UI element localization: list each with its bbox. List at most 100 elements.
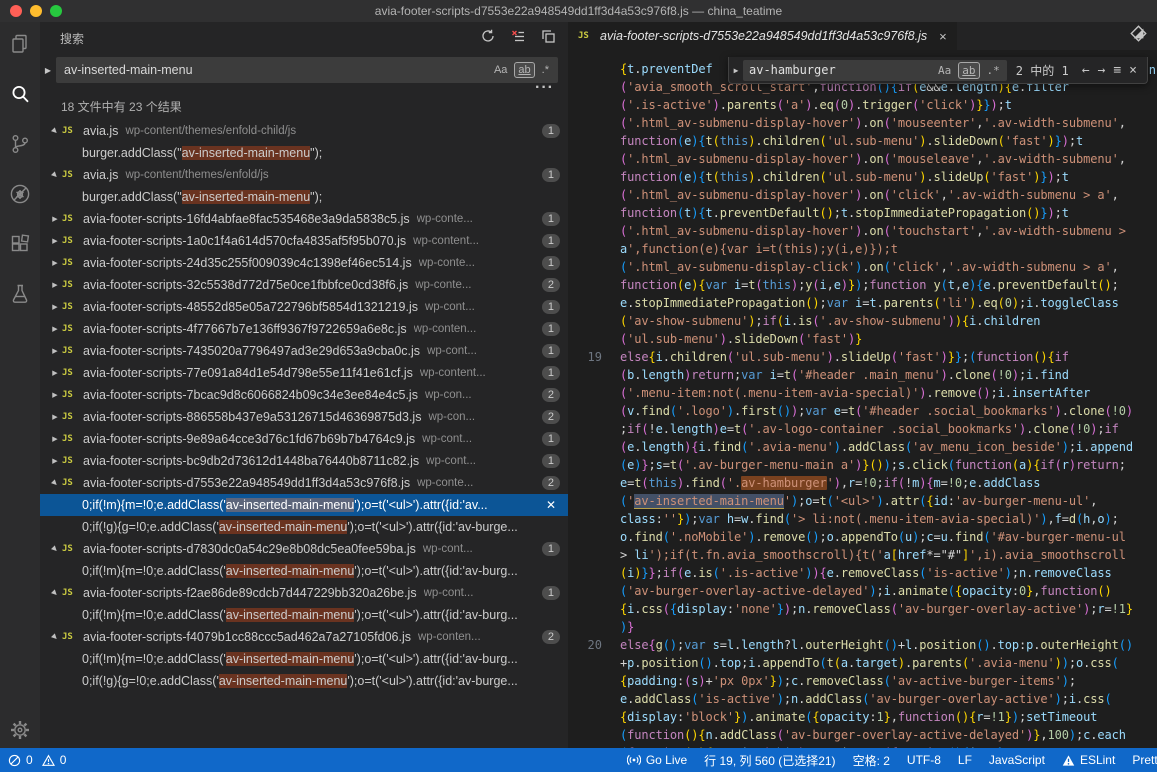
- search-file-row[interactable]: ▶JSavia-footer-scripts-7bcac9d8c6066824b…: [40, 384, 568, 406]
- search-file-row[interactable]: ▶JSavia-footer-scripts-886558b437e9a5312…: [40, 406, 568, 428]
- code-line[interactable]: {padding:(s)+'px 0px'});c.removeClass('a…: [568, 672, 1157, 690]
- twistie-icon[interactable]: ▶: [48, 303, 62, 311]
- code-line[interactable]: ('av-show-submenu');if(i.is('.av-show-su…: [568, 312, 1157, 330]
- search-file-row[interactable]: ▶JSavia-footer-scripts-48552d85e05a72279…: [40, 296, 568, 318]
- twistie-icon[interactable]: ▶: [48, 347, 62, 355]
- encoding-indicator[interactable]: UTF-8: [907, 753, 941, 767]
- go-live-button[interactable]: Go Live: [627, 753, 687, 767]
- search-file-row[interactable]: ▶JSavia-footer-scripts-4f77667b7e136ff93…: [40, 318, 568, 340]
- code-line[interactable]: (e.length){i.find('.avia-menu').addClass…: [568, 438, 1157, 456]
- code-line[interactable]: (function(){n.addClass('av-burger-overla…: [568, 726, 1157, 744]
- search-match-row[interactable]: 0;if(!g){g=!0;e.addClass('av-inserted-ma…: [40, 516, 568, 538]
- search-file-row[interactable]: ▶JSavia-footer-scripts-f4079b1cc88ccc5ad…: [40, 626, 568, 648]
- code-line[interactable]: function(e){t(this).children('ul.sub-men…: [568, 132, 1157, 150]
- search-file-row[interactable]: ▶JSavia.jswp-content/themes/enfold/js1: [40, 164, 568, 186]
- code-line[interactable]: (i)}};if(e.is('.is-active')){e.removeCla…: [568, 564, 1157, 582]
- code-line[interactable]: ('.html_av-submenu-display-hover').on('c…: [568, 186, 1157, 204]
- search-file-row[interactable]: ▶JSavia-footer-scripts-77e091a84d1e54d79…: [40, 362, 568, 384]
- source-control-icon[interactable]: [8, 132, 32, 156]
- extensions-icon[interactable]: [8, 232, 32, 256]
- search-match-row[interactable]: 0;if(!m){m=!0;e.addClass('av-inserted-ma…: [40, 604, 568, 626]
- code-area[interactable]: {t.preventDef('avia_smooth_scroll_start'…: [568, 50, 1157, 748]
- code-line[interactable]: ;if(!e.length)e=t('.av-logo-container .s…: [568, 420, 1157, 438]
- twistie-icon[interactable]: ▶: [48, 413, 62, 421]
- code-line[interactable]: )}: [568, 618, 1157, 636]
- code-line[interactable]: ('.menu-item:not(.menu-item-avia-special…: [568, 384, 1157, 402]
- debug-disabled-icon[interactable]: [8, 182, 32, 206]
- code-line[interactable]: (v.find('.logo').first());var e=t('#head…: [568, 402, 1157, 420]
- find-match-case-toggle[interactable]: Aa: [935, 63, 954, 78]
- code-line[interactable]: e.addClass('is-active');n.addClass('av-b…: [568, 690, 1157, 708]
- twistie-icon[interactable]: ▶: [48, 281, 62, 289]
- code-line[interactable]: {display:'block'}).animate({opacity:1},f…: [568, 708, 1157, 726]
- code-line[interactable]: (e)};s=t('.av-burger-menu-main a')}());s…: [568, 456, 1157, 474]
- code-line[interactable]: function(e){t(this).children('ul.sub-men…: [568, 168, 1157, 186]
- code-line[interactable]: ('.html_av-submenu-display-hover').on('m…: [568, 150, 1157, 168]
- toggle-replace-chevron-icon[interactable]: ▶: [729, 66, 743, 75]
- search-file-row[interactable]: ▶JSavia-footer-scripts-bc9db2d73612d1448…: [40, 450, 568, 472]
- dismiss-match-icon[interactable]: ✕: [542, 498, 560, 512]
- twistie-icon[interactable]: ▶: [47, 123, 63, 139]
- search-match-row[interactable]: 0;if(!m){m=!0;e.addClass('av-inserted-ma…: [40, 648, 568, 670]
- language-mode-indicator[interactable]: JavaScript: [989, 753, 1045, 767]
- indentation-indicator[interactable]: 空格: 2: [853, 752, 890, 769]
- tab-active-file[interactable]: JS avia-footer-scripts-d7553e22a948549dd…: [568, 22, 957, 50]
- find-next-icon[interactable]: →: [1098, 63, 1106, 78]
- toggle-replace-chevron-icon[interactable]: ▶: [40, 66, 56, 75]
- search-file-row[interactable]: ▶JSavia-footer-scripts-d7830dc0a54c29e8b…: [40, 538, 568, 560]
- search-file-row[interactable]: ▶JSavia-footer-scripts-7435020a7796497ad…: [40, 340, 568, 362]
- search-input[interactable]: av-inserted-main-menu Aa ab .*: [56, 57, 558, 83]
- find-close-icon[interactable]: ×: [1129, 63, 1137, 78]
- find-input[interactable]: av-hamburger Aa ab .*: [743, 60, 1007, 81]
- testing-icon[interactable]: [8, 282, 32, 306]
- eol-indicator[interactable]: LF: [958, 753, 972, 767]
- code-line[interactable]: ('ul.sub-menu').slideDown('fast')}: [568, 330, 1157, 348]
- twistie-icon[interactable]: ▶: [47, 167, 63, 183]
- collapse-all-icon[interactable]: [540, 28, 556, 49]
- cursor-position-indicator[interactable]: 行 19, 列 560 (已选择21): [704, 752, 835, 769]
- files-icon[interactable]: [8, 32, 32, 56]
- search-match-row[interactable]: burger.addClass("av-inserted-main-menu")…: [40, 186, 568, 208]
- twistie-icon[interactable]: ▶: [48, 259, 62, 267]
- twistie-icon[interactable]: ▶: [48, 369, 62, 377]
- whole-word-toggle[interactable]: ab: [514, 62, 534, 78]
- search-icon[interactable]: [8, 82, 32, 106]
- twistie-icon[interactable]: ▶: [48, 325, 62, 333]
- twistie-icon[interactable]: ▶: [47, 541, 63, 557]
- code-line[interactable]: o.find('.noMobile').remove();o.appendTo(…: [568, 528, 1157, 546]
- match-case-toggle[interactable]: Aa: [491, 63, 510, 77]
- twistie-icon[interactable]: ▶: [48, 215, 62, 223]
- refresh-icon[interactable]: [480, 28, 496, 49]
- code-line[interactable]: ('.html_av-submenu-display-click').on('c…: [568, 258, 1157, 276]
- code-line[interactable]: function(t){t.preventDefault();t.stopImm…: [568, 204, 1157, 222]
- search-match-row[interactable]: burger.addClass("av-inserted-main-menu")…: [40, 142, 568, 164]
- code-line[interactable]: > li');if(t.fn.avia_smoothscroll){t('a[h…: [568, 546, 1157, 564]
- split-editor-icon[interactable]: [1130, 25, 1147, 47]
- code-line[interactable]: class:''});var h=w.find('> li:not(.menu-…: [568, 510, 1157, 528]
- search-file-row[interactable]: ▶JSavia-footer-scripts-f2ae86de89cdcb7d4…: [40, 582, 568, 604]
- find-regex-toggle[interactable]: .*: [984, 63, 1003, 78]
- code-line[interactable]: ('.html_av-submenu-display-hover').on('t…: [568, 222, 1157, 240]
- twistie-icon[interactable]: ▶: [48, 457, 62, 465]
- code-line[interactable]: 20else{g();var s=l.length?l.outerHeight(…: [568, 636, 1157, 654]
- search-file-row[interactable]: ▶JSavia-footer-scripts-24d35c255f009039c…: [40, 252, 568, 274]
- code-line[interactable]: function(e){var i=t(this);y(i,e)});funct…: [568, 276, 1157, 294]
- search-file-row[interactable]: ▶JSavia-footer-scripts-16fd4abfae8fac535…: [40, 208, 568, 230]
- regex-toggle[interactable]: .*: [539, 63, 552, 77]
- search-file-row[interactable]: ▶JSavia-footer-scripts-9e89a64cce3d76c1f…: [40, 428, 568, 450]
- problems-indicator[interactable]: 0 0: [8, 753, 66, 767]
- code-line[interactable]: ('av-burger-overlay-active-delayed');i.a…: [568, 582, 1157, 600]
- tab-close-icon[interactable]: ×: [939, 29, 947, 44]
- code-line[interactable]: {i.css({display:'none'});n.removeClass('…: [568, 600, 1157, 618]
- code-line[interactable]: ('.is-active').parents('a').eq(0).trigge…: [568, 96, 1157, 114]
- toggle-search-details-button[interactable]: ···: [40, 83, 568, 96]
- twistie-icon[interactable]: ▶: [47, 629, 63, 645]
- find-in-selection-icon[interactable]: ≡: [1113, 63, 1121, 78]
- search-match-row[interactable]: 0;if(!m){m=!0;e.addClass('av-inserted-ma…: [40, 494, 568, 516]
- code-line[interactable]: ('av-inserted-main-menu');o=t('<ul>').at…: [568, 492, 1157, 510]
- formatter-indicator[interactable]: Prettier: [1132, 753, 1157, 767]
- code-line[interactable]: (b.length)return;var i=t('#header .main_…: [568, 366, 1157, 384]
- twistie-icon[interactable]: ▶: [48, 391, 62, 399]
- settings-gear-icon[interactable]: [8, 718, 32, 742]
- code-line[interactable]: a',function(e){var i=t(this);y(i,e)});t: [568, 240, 1157, 258]
